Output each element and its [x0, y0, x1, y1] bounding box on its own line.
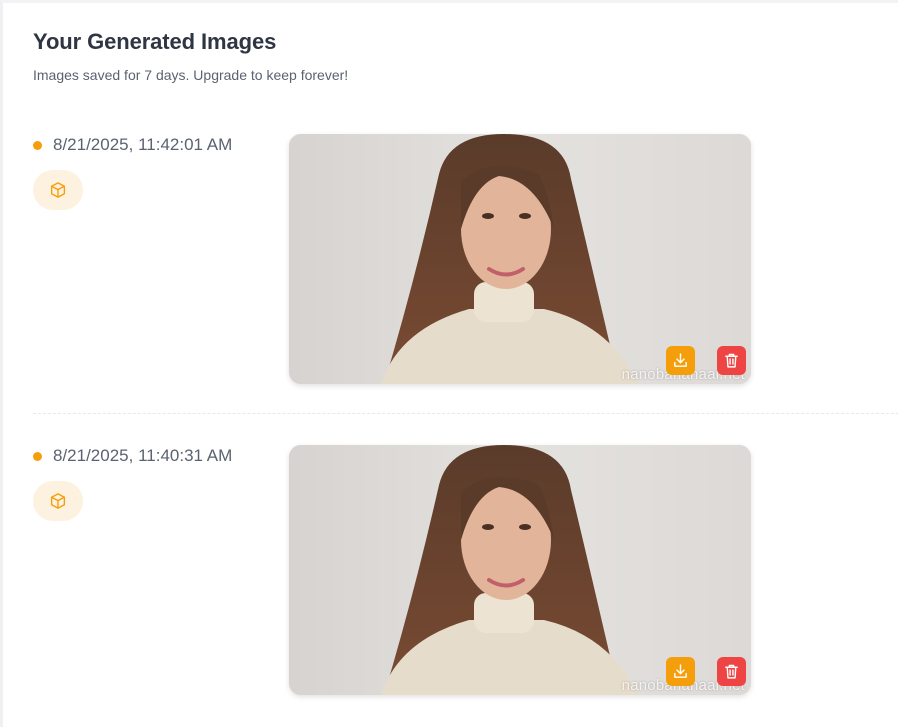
generated-images-page: Your Generated Images Images saved for 7… — [0, 0, 898, 727]
page-header: Your Generated Images Images saved for 7… — [33, 27, 348, 84]
entry-meta: 8/21/2025, 11:40:31 AM — [33, 444, 232, 521]
trash-icon — [725, 664, 738, 679]
generated-image[interactable]: nanobananaai.net — [289, 445, 751, 695]
timestamp-row: 8/21/2025, 11:42:01 AM — [33, 133, 232, 157]
delete-button[interactable] — [717, 657, 746, 686]
image-entry: 8/21/2025, 11:42:01 AM — [33, 133, 898, 385]
status-dot — [33, 140, 42, 150]
timestamp-row: 8/21/2025, 11:40:31 AM — [33, 444, 232, 468]
cube-icon — [50, 493, 66, 509]
page-subtitle: Images saved for 7 days. Upgrade to keep… — [33, 67, 349, 83]
download-icon — [674, 664, 687, 678]
entry-meta: 8/21/2025, 11:42:01 AM — [33, 133, 232, 210]
download-button[interactable] — [666, 346, 695, 375]
model-badge — [33, 481, 83, 521]
download-button[interactable] — [666, 657, 695, 686]
page-title: Your Generated Images — [33, 29, 277, 54]
model-badge — [33, 170, 83, 210]
trash-icon — [725, 353, 738, 368]
image-entry: 8/21/2025, 11:40:31 AM — [33, 444, 898, 696]
entry-divider — [33, 413, 898, 414]
generated-image[interactable]: nanobananaai.net — [289, 134, 751, 384]
status-dot — [33, 451, 42, 461]
download-icon — [674, 353, 687, 367]
timestamp: 8/21/2025, 11:40:31 AM — [53, 446, 233, 465]
delete-button[interactable] — [717, 346, 746, 375]
cube-icon — [50, 182, 66, 198]
timestamp: 8/21/2025, 11:42:01 AM — [53, 135, 233, 154]
